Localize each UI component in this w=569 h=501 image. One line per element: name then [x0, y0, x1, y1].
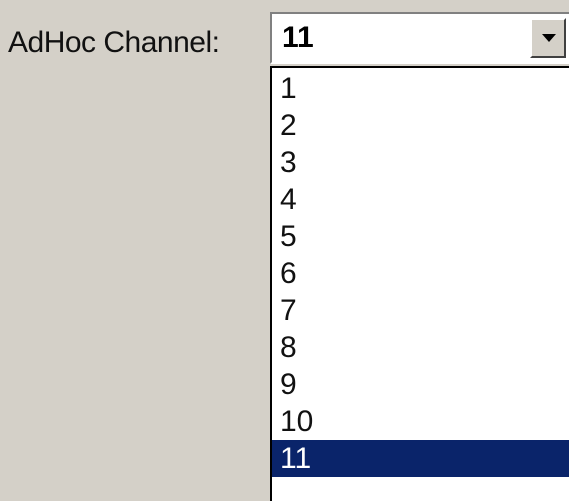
dropdown-toggle-button[interactable] [530, 18, 566, 58]
channel-option[interactable]: 3 [272, 144, 569, 181]
channel-option[interactable]: 9 [272, 366, 569, 403]
channel-option[interactable]: 4 [272, 181, 569, 218]
channel-option[interactable]: 8 [272, 329, 569, 366]
channel-option[interactable]: 7 [272, 292, 569, 329]
channel-option[interactable]: 6 [272, 255, 569, 292]
channel-option[interactable]: 1 [272, 70, 569, 107]
channel-option[interactable]: 2 [272, 107, 569, 144]
channel-option[interactable]: 5 [272, 218, 569, 255]
channel-option-selected[interactable]: 11 [272, 440, 569, 477]
chevron-down-icon [542, 34, 556, 42]
adhoc-channel-select[interactable]: 11 [270, 12, 569, 64]
channel-option[interactable]: 10 [272, 403, 569, 440]
selected-channel-value: 11 [282, 21, 314, 54]
channel-options-list[interactable]: 1 2 3 4 5 6 7 8 9 10 11 [270, 66, 569, 501]
adhoc-channel-label: AdHoc Channel: [8, 26, 220, 59]
